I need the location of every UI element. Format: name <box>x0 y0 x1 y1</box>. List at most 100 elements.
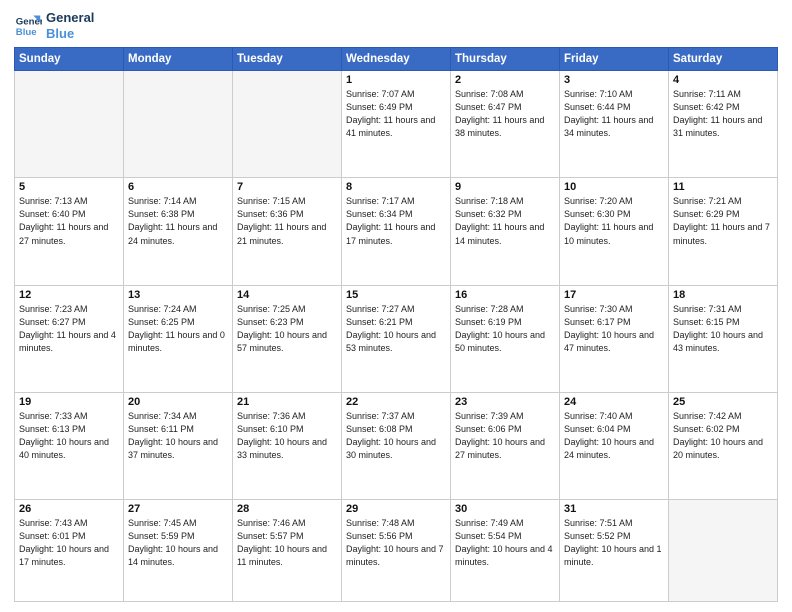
calendar-cell: 29 Sunrise: 7:48 AMSunset: 5:56 PMDayligh… <box>342 500 451 602</box>
calendar-cell: 20Sunrise: 7:34 AMSunset: 6:11 PMDayligh… <box>124 392 233 499</box>
calendar-cell: 10Sunrise: 7:20 AMSunset: 6:30 PMDayligh… <box>560 178 669 285</box>
logo: General Blue General Blue <box>14 10 94 41</box>
calendar-cell: 12 Sunrise: 7:23 AMSunset: 6:27 PMDayligh… <box>15 285 124 392</box>
calendar-cell: 4 Sunrise: 7:11 AMSunset: 6:42 PMDaylight… <box>669 71 778 178</box>
calendar-cell <box>124 71 233 178</box>
day-header-tuesday: Tuesday <box>233 48 342 71</box>
day-number: 16 <box>455 289 555 301</box>
day-info: Sunrise: 7:30 AMSunset: 6:17 PMDaylight:… <box>564 303 664 355</box>
day-number: 15 <box>346 289 446 301</box>
day-info: Sunrise: 7:18 AMSunset: 6:32 PMDaylight:… <box>455 195 555 247</box>
calendar-cell: 15 Sunrise: 7:27 AMSunset: 6:21 PMDayligh… <box>342 285 451 392</box>
day-info: Sunrise: 7:45 AMSunset: 5:59 PMDaylight:… <box>128 517 228 569</box>
calendar-cell: 1 Sunrise: 7:07 AMSunset: 6:49 PMDaylight… <box>342 71 451 178</box>
day-info: Sunrise: 7:33 AMSunset: 6:13 PMDaylight:… <box>19 410 119 462</box>
day-number: 22 <box>346 396 446 408</box>
day-number: 19 <box>19 396 119 408</box>
day-number: 21 <box>237 396 337 408</box>
day-info: Sunrise: 7:24 AMSunset: 6:25 PMDaylight:… <box>128 303 228 355</box>
day-number: 5 <box>19 181 119 193</box>
day-info: Sunrise: 7:28 AMSunset: 6:19 PMDaylight:… <box>455 303 555 355</box>
day-info: Sunrise: 7:11 AMSunset: 6:42 PMDaylight:… <box>673 88 773 140</box>
calendar-cell: 3Sunrise: 7:10 AMSunset: 6:44 PMDaylight… <box>560 71 669 178</box>
day-number: 13 <box>128 289 228 301</box>
day-info: Sunrise: 7:49 AMSunset: 5:54 PMDaylight:… <box>455 517 555 569</box>
day-header-saturday: Saturday <box>669 48 778 71</box>
day-header-thursday: Thursday <box>451 48 560 71</box>
day-info: Sunrise: 7:25 AMSunset: 6:23 PMDaylight:… <box>237 303 337 355</box>
calendar-cell <box>669 500 778 602</box>
page-container: General Blue General Blue SundayMondayTu… <box>0 0 792 612</box>
day-info: Sunrise: 7:27 AMSunset: 6:21 PMDaylight:… <box>346 303 446 355</box>
day-info: Sunrise: 7:23 AMSunset: 6:27 PMDaylight:… <box>19 303 119 355</box>
calendar-cell: 25 Sunrise: 7:42 AMSunset: 6:02 PMDayligh… <box>669 392 778 499</box>
calendar-cell: 23 Sunrise: 7:39 AMSunset: 6:06 PMDayligh… <box>451 392 560 499</box>
calendar-cell: 6Sunrise: 7:14 AMSunset: 6:38 PMDaylight… <box>124 178 233 285</box>
day-info: Sunrise: 7:51 AMSunset: 5:52 PMDaylight:… <box>564 517 664 569</box>
week-row-2: 5 Sunrise: 7:13 AMSunset: 6:40 PMDaylight… <box>15 178 778 285</box>
day-info: Sunrise: 7:17 AMSunset: 6:34 PMDaylight:… <box>346 195 446 247</box>
calendar-cell <box>233 71 342 178</box>
calendar-cell: 7 Sunrise: 7:15 AMSunset: 6:36 PMDaylight… <box>233 178 342 285</box>
day-number: 18 <box>673 289 773 301</box>
day-number: 25 <box>673 396 773 408</box>
day-header-sunday: Sunday <box>15 48 124 71</box>
week-row-5: 26Sunrise: 7:43 AMSunset: 6:01 PMDayligh… <box>15 500 778 602</box>
calendar-cell: 31 Sunrise: 7:51 AMSunset: 5:52 PMDayligh… <box>560 500 669 602</box>
week-row-1: 1 Sunrise: 7:07 AMSunset: 6:49 PMDaylight… <box>15 71 778 178</box>
day-info: Sunrise: 7:43 AMSunset: 6:01 PMDaylight:… <box>19 517 119 569</box>
day-info: Sunrise: 7:21 AMSunset: 6:29 PMDaylight:… <box>673 195 773 247</box>
day-number: 7 <box>237 181 337 193</box>
day-info: Sunrise: 7:36 AMSunset: 6:10 PMDaylight:… <box>237 410 337 462</box>
day-number: 24 <box>564 396 664 408</box>
day-number: 3 <box>564 74 664 86</box>
day-number: 4 <box>673 74 773 86</box>
day-header-monday: Monday <box>124 48 233 71</box>
day-number: 2 <box>455 74 555 86</box>
calendar-cell: 28 Sunrise: 7:46 AMSunset: 5:57 PMDayligh… <box>233 500 342 602</box>
day-number: 8 <box>346 181 446 193</box>
day-info: Sunrise: 7:15 AMSunset: 6:36 PMDaylight:… <box>237 195 337 247</box>
day-info: Sunrise: 7:40 AMSunset: 6:04 PMDaylight:… <box>564 410 664 462</box>
day-number: 27 <box>128 503 228 515</box>
day-info: Sunrise: 7:37 AMSunset: 6:08 PMDaylight:… <box>346 410 446 462</box>
day-number: 29 <box>346 503 446 515</box>
calendar-cell: 13 Sunrise: 7:24 AMSunset: 6:25 PMDayligh… <box>124 285 233 392</box>
day-number: 31 <box>564 503 664 515</box>
calendar-cell: 24 Sunrise: 7:40 AMSunset: 6:04 PMDayligh… <box>560 392 669 499</box>
calendar-cell: 18Sunrise: 7:31 AMSunset: 6:15 PMDayligh… <box>669 285 778 392</box>
calendar-cell: 5 Sunrise: 7:13 AMSunset: 6:40 PMDaylight… <box>15 178 124 285</box>
day-info: Sunrise: 7:14 AMSunset: 6:38 PMDaylight:… <box>128 195 228 247</box>
calendar-cell: 9 Sunrise: 7:18 AMSunset: 6:32 PMDaylight… <box>451 178 560 285</box>
svg-text:Blue: Blue <box>16 26 37 37</box>
calendar-cell: 2 Sunrise: 7:08 AMSunset: 6:47 PMDaylight… <box>451 71 560 178</box>
day-info: Sunrise: 7:13 AMSunset: 6:40 PMDaylight:… <box>19 195 119 247</box>
week-row-3: 12 Sunrise: 7:23 AMSunset: 6:27 PMDayligh… <box>15 285 778 392</box>
day-info: Sunrise: 7:46 AMSunset: 5:57 PMDaylight:… <box>237 517 337 569</box>
day-number: 30 <box>455 503 555 515</box>
calendar-cell: 30 Sunrise: 7:49 AMSunset: 5:54 PMDayligh… <box>451 500 560 602</box>
calendar-cell: 21 Sunrise: 7:36 AMSunset: 6:10 PMDayligh… <box>233 392 342 499</box>
day-info: Sunrise: 7:48 AMSunset: 5:56 PMDaylight:… <box>346 517 446 569</box>
calendar-cell: 17 Sunrise: 7:30 AMSunset: 6:17 PMDayligh… <box>560 285 669 392</box>
calendar-cell <box>15 71 124 178</box>
day-number: 12 <box>19 289 119 301</box>
logo-text: General Blue <box>46 10 94 41</box>
calendar-cell: 11Sunrise: 7:21 AMSunset: 6:29 PMDayligh… <box>669 178 778 285</box>
week-row-4: 19 Sunrise: 7:33 AMSunset: 6:13 PMDayligh… <box>15 392 778 499</box>
calendar-cell: 26Sunrise: 7:43 AMSunset: 6:01 PMDayligh… <box>15 500 124 602</box>
day-info: Sunrise: 7:42 AMSunset: 6:02 PMDaylight:… <box>673 410 773 462</box>
day-info: Sunrise: 7:08 AMSunset: 6:47 PMDaylight:… <box>455 88 555 140</box>
calendar-cell: 19 Sunrise: 7:33 AMSunset: 6:13 PMDayligh… <box>15 392 124 499</box>
day-number: 28 <box>237 503 337 515</box>
calendar-cell: 14Sunrise: 7:25 AMSunset: 6:23 PMDayligh… <box>233 285 342 392</box>
day-number: 9 <box>455 181 555 193</box>
day-number: 23 <box>455 396 555 408</box>
day-header-friday: Friday <box>560 48 669 71</box>
day-info: Sunrise: 7:39 AMSunset: 6:06 PMDaylight:… <box>455 410 555 462</box>
day-number: 17 <box>564 289 664 301</box>
day-number: 1 <box>346 74 446 86</box>
logo-icon: General Blue <box>14 12 42 40</box>
day-info: Sunrise: 7:07 AMSunset: 6:49 PMDaylight:… <box>346 88 446 140</box>
day-number: 10 <box>564 181 664 193</box>
